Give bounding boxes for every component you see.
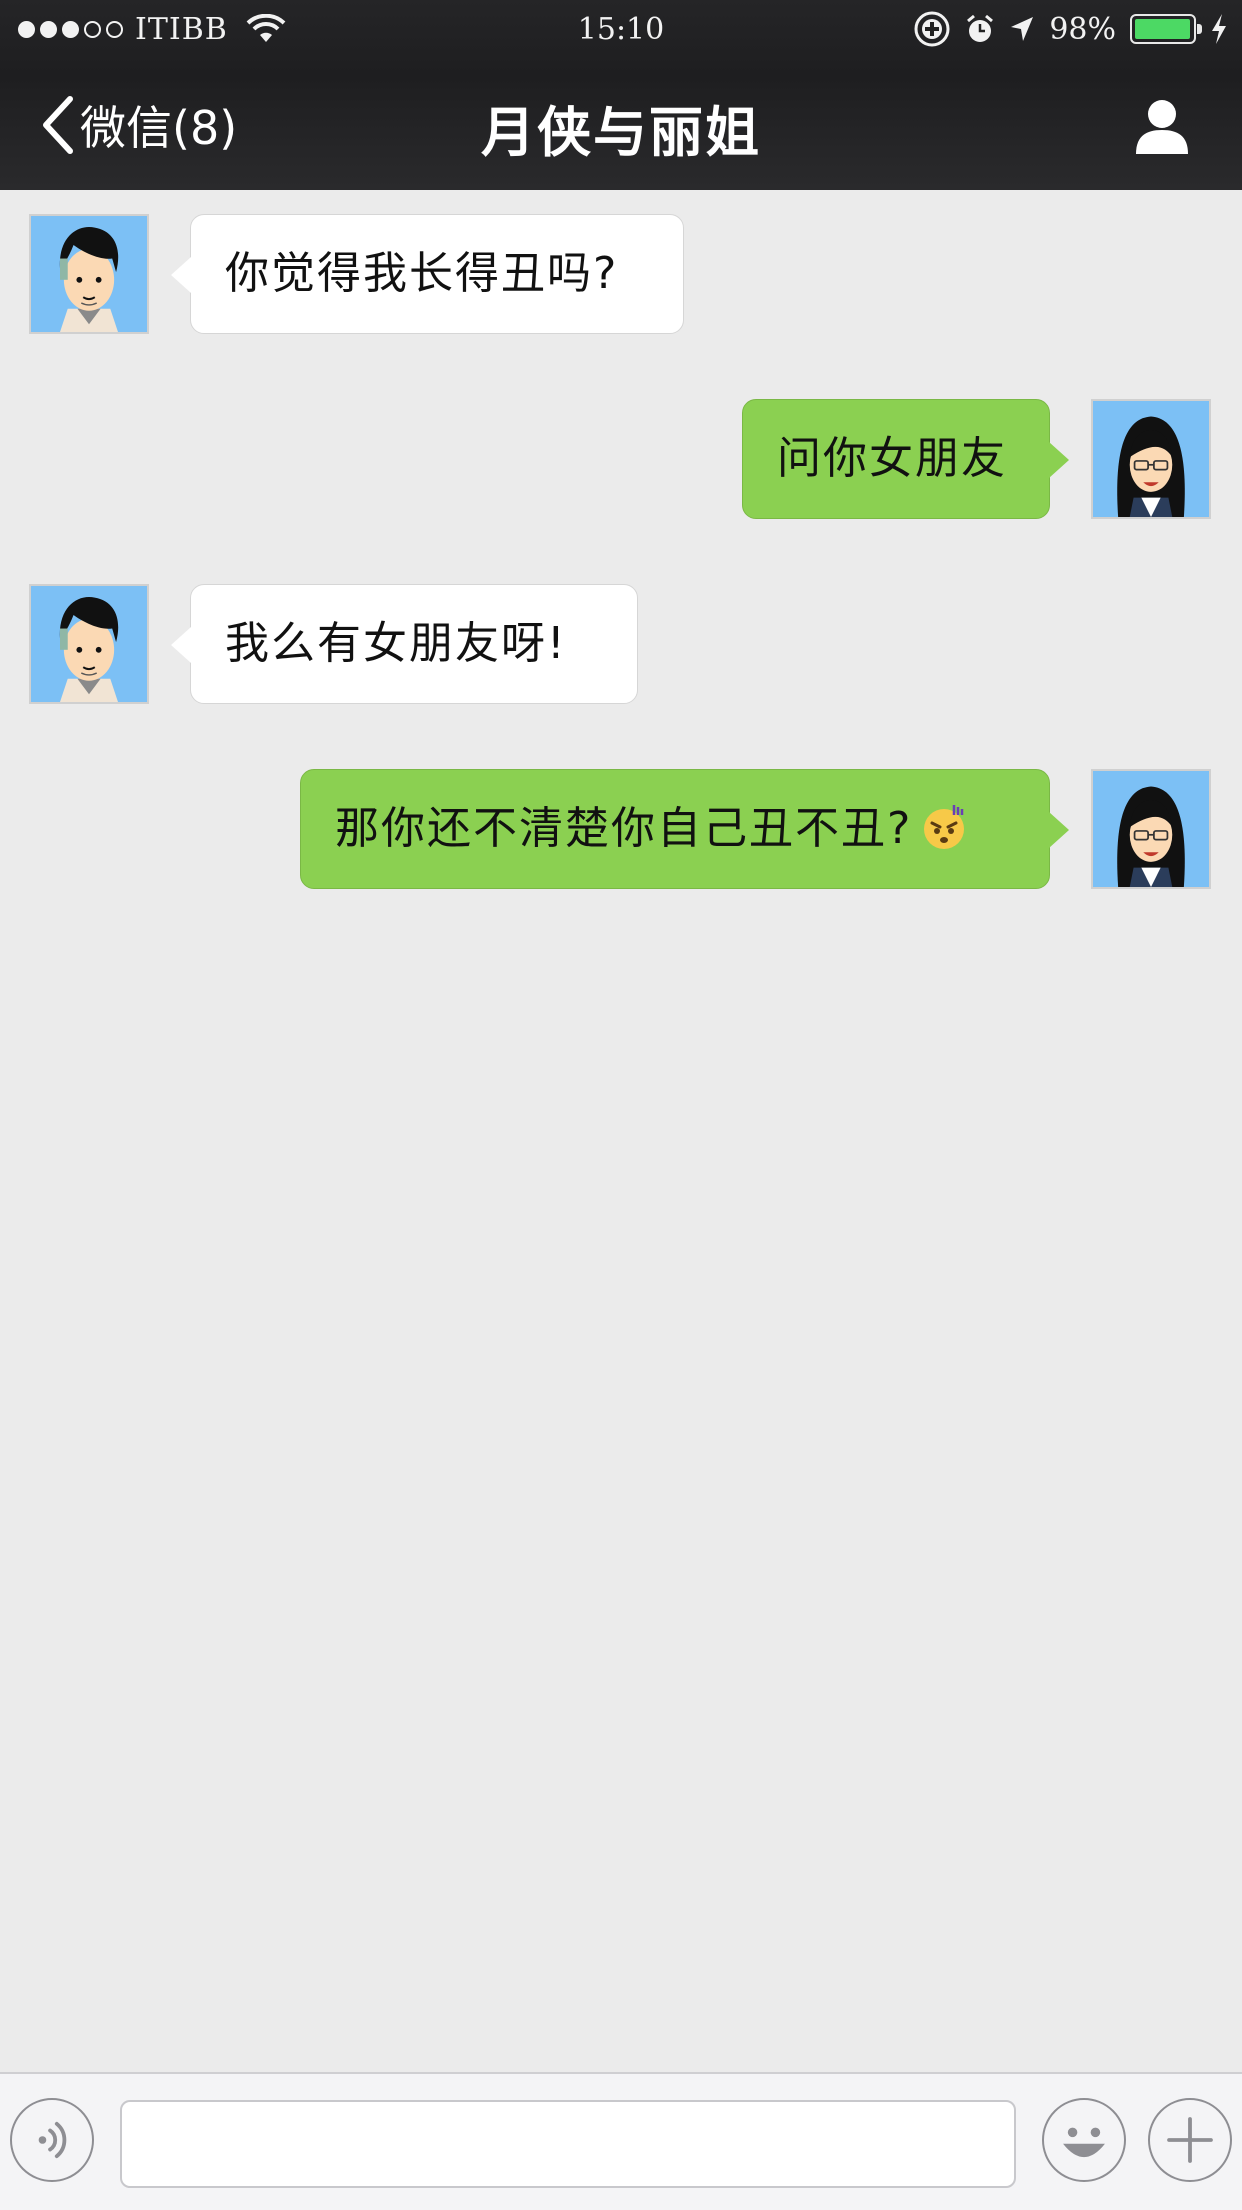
battery-percentage: 98% bbox=[1049, 11, 1116, 47]
top-bar: ITIBB 15:10 98% 微信(8) 月侠与丽姐 bbox=[0, 0, 1242, 190]
charging-bolt-icon bbox=[1212, 14, 1226, 44]
contact-avatar[interactable] bbox=[29, 584, 149, 704]
my-avatar[interactable] bbox=[1091, 769, 1211, 889]
navigation-bar: 微信(8) 月侠与丽姐 bbox=[0, 58, 1242, 190]
my-avatar[interactable] bbox=[1091, 399, 1211, 519]
input-bar bbox=[0, 2072, 1242, 2210]
orientation-lock-icon bbox=[914, 11, 950, 47]
battery-icon bbox=[1130, 14, 1202, 44]
status-bar: ITIBB 15:10 98% bbox=[0, 0, 1242, 58]
emoji-button[interactable] bbox=[1042, 2098, 1126, 2182]
smiley-icon bbox=[1063, 2127, 1105, 2158]
outgoing-message-bubble[interactable]: 问你女朋友 bbox=[742, 399, 1069, 519]
location-arrow-icon bbox=[1011, 17, 1034, 41]
outgoing-message-bubble[interactable]: 那你还不清楚你自己丑不丑? bbox=[300, 769, 1069, 889]
message-input[interactable] bbox=[120, 2100, 1016, 2188]
contact-avatar[interactable] bbox=[29, 214, 149, 334]
message-text: 问你女朋友 bbox=[777, 433, 1007, 484]
message-text: 那你还不清楚你自己丑不丑? bbox=[335, 803, 913, 854]
chat-title: 月侠与丽姐 bbox=[481, 101, 761, 164]
female-avatar-icon bbox=[1093, 401, 1209, 517]
voice-icon bbox=[38, 2121, 67, 2159]
incoming-message-bubble[interactable]: 我么有女朋友呀! bbox=[171, 584, 638, 704]
alarm-icon bbox=[967, 14, 994, 42]
female-avatar-icon bbox=[1093, 771, 1209, 887]
angry-emoji-icon bbox=[924, 805, 965, 849]
message-text: 你觉得我长得丑吗? bbox=[225, 248, 619, 299]
person-icon[interactable] bbox=[1132, 96, 1192, 156]
incoming-message-bubble[interactable]: 你觉得我长得丑吗? bbox=[171, 214, 684, 334]
male-avatar-icon bbox=[31, 586, 147, 702]
message-text: 我么有女朋友呀! bbox=[225, 618, 567, 669]
voice-button[interactable] bbox=[10, 2098, 94, 2182]
plus-icon bbox=[1167, 2117, 1213, 2163]
male-avatar-icon bbox=[31, 216, 147, 332]
more-button[interactable] bbox=[1148, 2098, 1232, 2182]
